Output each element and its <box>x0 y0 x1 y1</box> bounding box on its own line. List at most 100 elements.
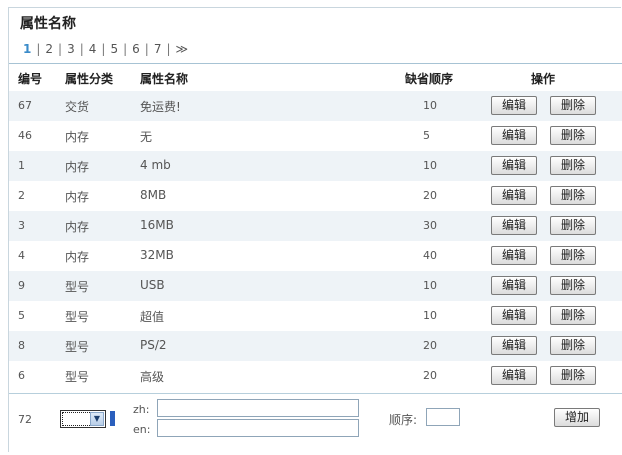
cell-order: 10 <box>423 309 437 322</box>
cell-name: 8MB <box>140 188 167 202</box>
delete-button[interactable]: 删除 <box>550 306 596 325</box>
page-link-3[interactable]: 3 <box>67 42 75 56</box>
cell-id: 8 <box>18 339 25 352</box>
col-header-actions: 操作 <box>531 72 556 86</box>
order-input[interactable] <box>426 408 460 426</box>
cell-order: 40 <box>423 249 437 262</box>
zh-name-input[interactable] <box>157 399 359 417</box>
cell-id: 46 <box>18 129 32 142</box>
table-row: 3 内存 16MB 30 编辑 删除 <box>9 211 622 241</box>
table-row: 5 型号 超值 10 编辑 删除 <box>9 301 622 331</box>
cell-id: 9 <box>18 279 25 292</box>
chevron-down-icon: ▼ <box>90 412 104 426</box>
cell-name: 16MB <box>140 218 174 232</box>
cell-category: 型号 <box>65 280 90 294</box>
next-page-icon[interactable]: ≫ <box>176 42 189 56</box>
edit-button[interactable]: 编辑 <box>491 246 537 265</box>
cell-id: 5 <box>18 309 25 322</box>
cell-order: 30 <box>423 219 437 232</box>
edit-button[interactable]: 编辑 <box>491 366 537 385</box>
page-link-4[interactable]: 4 <box>89 42 97 56</box>
page-link-7[interactable]: 7 <box>154 42 162 56</box>
cell-category: 型号 <box>65 310 90 324</box>
edit-button[interactable]: 编辑 <box>491 336 537 355</box>
delete-button[interactable]: 删除 <box>550 366 596 385</box>
cell-name: 超值 <box>140 310 165 324</box>
cell-id: 4 <box>18 249 25 262</box>
table-row: 4 内存 32MB 40 编辑 删除 <box>9 241 622 271</box>
table-header: 编号 属性分类 属性名称 缺省顺序 操作 <box>9 63 622 93</box>
cell-name: 32MB <box>140 248 174 262</box>
cell-name: PS/2 <box>140 338 167 352</box>
delete-button[interactable]: 删除 <box>550 276 596 295</box>
cell-order: 10 <box>423 159 437 172</box>
table-row: 1 内存 4 mb 10 编辑 删除 <box>9 151 622 181</box>
col-header-name: 属性名称 <box>140 72 189 86</box>
edit-button[interactable]: 编辑 <box>491 216 537 235</box>
pager-divider: | <box>101 42 106 56</box>
edit-button[interactable]: 编辑 <box>491 276 537 295</box>
edit-button[interactable]: 编辑 <box>491 156 537 175</box>
pager-divider: | <box>58 42 63 56</box>
delete-button[interactable]: 删除 <box>550 186 596 205</box>
page-link-1[interactable]: 1 <box>23 42 31 56</box>
pager-divider: | <box>144 42 149 56</box>
delete-button[interactable]: 删除 <box>550 216 596 235</box>
pager-divider: | <box>123 42 128 56</box>
table-row: 6 型号 高级 20 编辑 删除 <box>9 361 622 391</box>
cell-order: 20 <box>423 369 437 382</box>
page-link-5[interactable]: 5 <box>110 42 118 56</box>
page-title: 属性名称 <box>20 16 76 32</box>
cell-name: 4 mb <box>140 158 171 172</box>
table-row: 8 型号 PS/2 20 编辑 删除 <box>9 331 622 361</box>
edit-button[interactable]: 编辑 <box>491 126 537 145</box>
cell-id: 2 <box>18 189 25 202</box>
en-name-input[interactable] <box>157 419 359 437</box>
col-header-order: 缺省顺序 <box>405 72 454 86</box>
cell-category: 型号 <box>65 370 90 384</box>
cell-name: 高级 <box>140 370 165 384</box>
cell-order: 5 <box>423 129 430 142</box>
cell-name: USB <box>140 278 165 292</box>
cell-id: 3 <box>18 219 25 232</box>
cell-category: 内存 <box>65 250 90 264</box>
cell-category: 内存 <box>65 130 90 144</box>
cell-category: 内存 <box>65 220 90 234</box>
table-row: 46 内存 无 5 编辑 删除 <box>9 121 622 151</box>
en-label: en: <box>133 423 151 436</box>
cell-name: 免运费! <box>140 100 181 114</box>
table-row: 67 交货 免运费! 10 编辑 删除 <box>9 91 622 121</box>
select-focus-marker <box>110 411 115 426</box>
edit-button[interactable]: 编辑 <box>491 306 537 325</box>
cell-category: 型号 <box>65 340 90 354</box>
cell-order: 10 <box>423 99 437 112</box>
cell-order: 10 <box>423 279 437 292</box>
delete-button[interactable]: 删除 <box>550 336 596 355</box>
edit-button[interactable]: 编辑 <box>491 186 537 205</box>
pager-divider: | <box>79 42 84 56</box>
category-select[interactable]: ▼ <box>60 410 106 428</box>
cell-id: 67 <box>18 99 32 112</box>
cell-category: 内存 <box>65 160 90 174</box>
cell-category: 交货 <box>65 100 90 114</box>
page-link-6[interactable]: 6 <box>132 42 140 56</box>
pager-divider: | <box>166 42 171 56</box>
delete-button[interactable]: 删除 <box>550 246 596 265</box>
edit-button[interactable]: 编辑 <box>491 96 537 115</box>
next-id-value: 72 <box>18 413 32 426</box>
col-header-id: 编号 <box>18 72 43 86</box>
attribute-panel: 属性名称 1 | 2 | 3 | 4 | 5 | 6 | 7 | ≫ 编号 属性分类 属性名称 缺省顺序 操… <box>8 7 622 453</box>
delete-button[interactable]: 删除 <box>550 156 596 175</box>
add-button[interactable]: 增加 <box>554 408 600 427</box>
cell-order: 20 <box>423 189 437 202</box>
cell-name: 无 <box>140 130 153 144</box>
cell-category: 内存 <box>65 190 90 204</box>
cell-order: 20 <box>423 339 437 352</box>
delete-button[interactable]: 删除 <box>550 96 596 115</box>
order-label: 顺序: <box>389 413 418 427</box>
delete-button[interactable]: 删除 <box>550 126 596 145</box>
col-header-category: 属性分类 <box>65 72 114 86</box>
add-attribute-form: 72 ▼ zh: en: 顺序: 增加 <box>9 393 622 453</box>
zh-label: zh: <box>133 403 150 416</box>
page-link-2[interactable]: 2 <box>45 42 53 56</box>
